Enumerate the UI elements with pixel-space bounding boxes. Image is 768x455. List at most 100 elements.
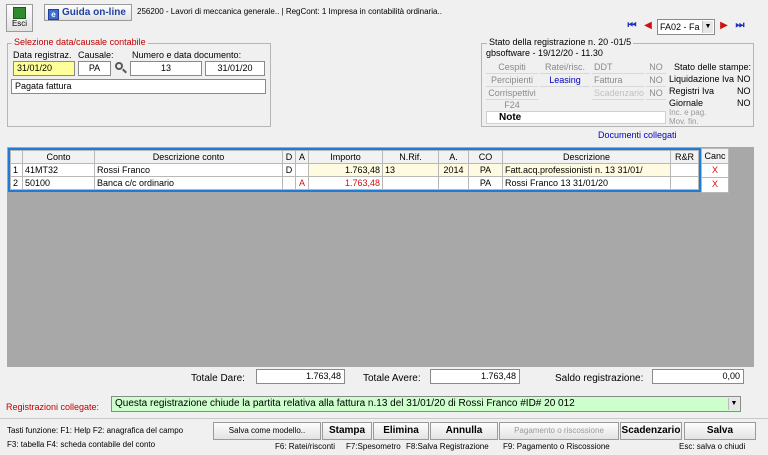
doc-number-input[interactable]: 13 — [130, 61, 202, 76]
exit-icon — [13, 7, 26, 19]
print-movfin-label: Mov. fin. — [669, 117, 699, 126]
note-label: Note — [499, 112, 522, 123]
canc-header: Canc — [702, 149, 728, 164]
cell-dare[interactable] — [282, 176, 296, 190]
function-keys-line1: Tasti funzione: F1: Help F2: anagrafica … — [7, 426, 184, 435]
date-label: Data registraz. — [13, 50, 72, 60]
scadenzario-button[interactable]: Scadenzario — [620, 422, 682, 440]
function-keys-line2: F3: tabella F4: scheda contabile del con… — [7, 440, 156, 449]
total-dare-label: Totale Dare: — [191, 373, 245, 384]
linked-registrations-select[interactable]: Questa registrazione chiude la partita r… — [111, 396, 741, 412]
cell-dare[interactable]: D — [282, 163, 296, 177]
description-input[interactable]: Pagata fattura — [11, 79, 266, 94]
status-fattura-flag: NO — [646, 74, 666, 87]
status-percipienti: Percipienti — [486, 74, 538, 87]
exit-button[interactable]: Esci — [6, 4, 33, 32]
cell-nrif[interactable] — [382, 176, 439, 190]
status-leasing[interactable]: Leasing — [540, 74, 590, 87]
save-as-model-button[interactable]: Salva come modello.. — [213, 422, 321, 440]
status-ddt-flag: NO — [646, 61, 666, 74]
linked-documents-link[interactable]: Documenti collegati — [598, 130, 677, 140]
total-avere-value: 1.763,48 — [430, 369, 520, 384]
header-cell: Conto — [22, 150, 95, 164]
save-button[interactable]: Salva — [684, 422, 756, 440]
delete-row-button[interactable]: X — [702, 178, 728, 192]
nav-combo-value: FA02 - Fa — [660, 22, 700, 32]
print-giornale-value: NO — [737, 98, 751, 108]
doc-date-input[interactable]: 31/01/20 — [205, 61, 265, 76]
print-registri-label: Registri Iva — [669, 86, 715, 96]
table-row[interactable]: 2 50100 Banca c/c ordinario A 1.763,48 P… — [10, 176, 699, 190]
prints-title: Stato delle stampe: — [674, 62, 752, 72]
chevron-down-icon: ▼ — [728, 398, 739, 410]
saldo-value: 0,00 — [652, 369, 744, 384]
cell-rr[interactable] — [670, 163, 699, 177]
nav-next-button[interactable]: ▶ — [718, 20, 730, 33]
status-cespiti: Cespiti — [486, 61, 538, 74]
canc-column: Canc X X — [701, 148, 729, 193]
status-subtitle: gbsoftware - 19/12/20 - 11.30 — [486, 48, 603, 58]
row-number: 1 — [10, 163, 23, 177]
document-label: Numero e data documento: — [132, 50, 242, 60]
date-input[interactable]: 31/01/20 — [13, 61, 75, 76]
payment-button[interactable]: Pagamento o riscossione — [499, 422, 619, 440]
nav-combo[interactable]: FA02 - Fa ▼ — [657, 19, 715, 35]
esc-hint: Esc: salva o chiudi — [679, 442, 746, 451]
causal-input[interactable]: PA — [78, 61, 111, 76]
header-cell: A. — [438, 150, 469, 164]
header-cell: D — [282, 150, 296, 164]
cell-descrizione-conto[interactable]: Rossi Franco — [94, 163, 283, 177]
entries-grid: Conto Descrizione conto D A Importo N.Ri… — [8, 148, 701, 192]
cell-avere[interactable]: A — [295, 176, 309, 190]
search-icon[interactable] — [114, 61, 128, 75]
header-cell: N.Rif. — [382, 150, 439, 164]
nav-prev-button[interactable]: ◀ — [642, 20, 654, 33]
cell-descrizione-conto[interactable]: Banca c/c ordinario — [94, 176, 283, 190]
cell-co[interactable]: PA — [468, 176, 503, 190]
cell-avere[interactable] — [295, 163, 309, 177]
selection-group-title: Selezione data/causale contabile — [12, 37, 148, 47]
nav-first-button[interactable]: ⏮ — [625, 20, 639, 33]
help-label: Guida on-line — [62, 7, 126, 18]
f6-hint: F6: Ratei/risconti — [275, 442, 336, 451]
table-row[interactable]: 1 41MT32 Rossi Franco D 1.763,48 13 2014… — [10, 163, 699, 177]
help-button[interactable]: e Guida on-line — [44, 4, 132, 21]
f7-hint: F7:Spesometro — [346, 442, 401, 451]
cell-anno[interactable]: 2014 — [438, 163, 469, 177]
f9-hint: F9: Pagamento o Riscossione — [503, 442, 610, 451]
header-cell — [10, 150, 23, 164]
delete-button[interactable]: Elimina — [373, 422, 429, 440]
header-cell: Importo — [308, 150, 383, 164]
delete-row-button[interactable]: X — [702, 164, 728, 178]
cancel-button[interactable]: Annulla — [430, 422, 498, 440]
status-ddt: DDT — [592, 61, 644, 74]
chevron-down-icon: ▼ — [702, 21, 713, 33]
f8-hint: F8:Salva Registrazione — [406, 442, 489, 451]
cell-importo[interactable]: 1.763,48 — [308, 176, 383, 190]
causal-label: Causale: — [78, 50, 114, 60]
print-button[interactable]: Stampa — [322, 422, 372, 440]
nav-last-button[interactable]: ⏭ — [733, 20, 747, 33]
cell-conto[interactable]: 50100 — [22, 176, 95, 190]
cell-rr[interactable] — [670, 176, 699, 190]
print-registri-value: NO — [737, 86, 751, 96]
header-cell: Descrizione — [502, 150, 671, 164]
status-fattura: Fattura — [592, 74, 644, 87]
status-title: Stato della registrazione n. 20 -01/5 — [487, 37, 634, 47]
total-avere-label: Totale Avere: — [363, 373, 421, 384]
entries-table: Conto Descrizione conto D A Importo N.Ri… — [10, 150, 699, 190]
help-icon: e — [48, 9, 59, 20]
exit-label: Esci — [11, 19, 28, 28]
status-scadenzario: Scadenzario — [592, 88, 644, 100]
note-box: Note — [486, 111, 666, 124]
cell-descrizione[interactable]: Rossi Franco 13 31/01/20 — [502, 176, 671, 190]
cell-descrizione[interactable]: Fatt.acq.professionisti n. 13 31/01/ — [502, 163, 671, 177]
cell-co[interactable]: PA — [468, 163, 503, 177]
cell-conto[interactable]: 41MT32 — [22, 163, 95, 177]
header-cell: CO — [468, 150, 503, 164]
cell-importo[interactable]: 1.763,48 — [308, 163, 383, 177]
print-incpag-label: Inc. e pag. — [669, 108, 707, 117]
cell-anno[interactable] — [438, 176, 469, 190]
footer-divider — [0, 418, 768, 419]
cell-nrif[interactable]: 13 — [382, 163, 439, 177]
